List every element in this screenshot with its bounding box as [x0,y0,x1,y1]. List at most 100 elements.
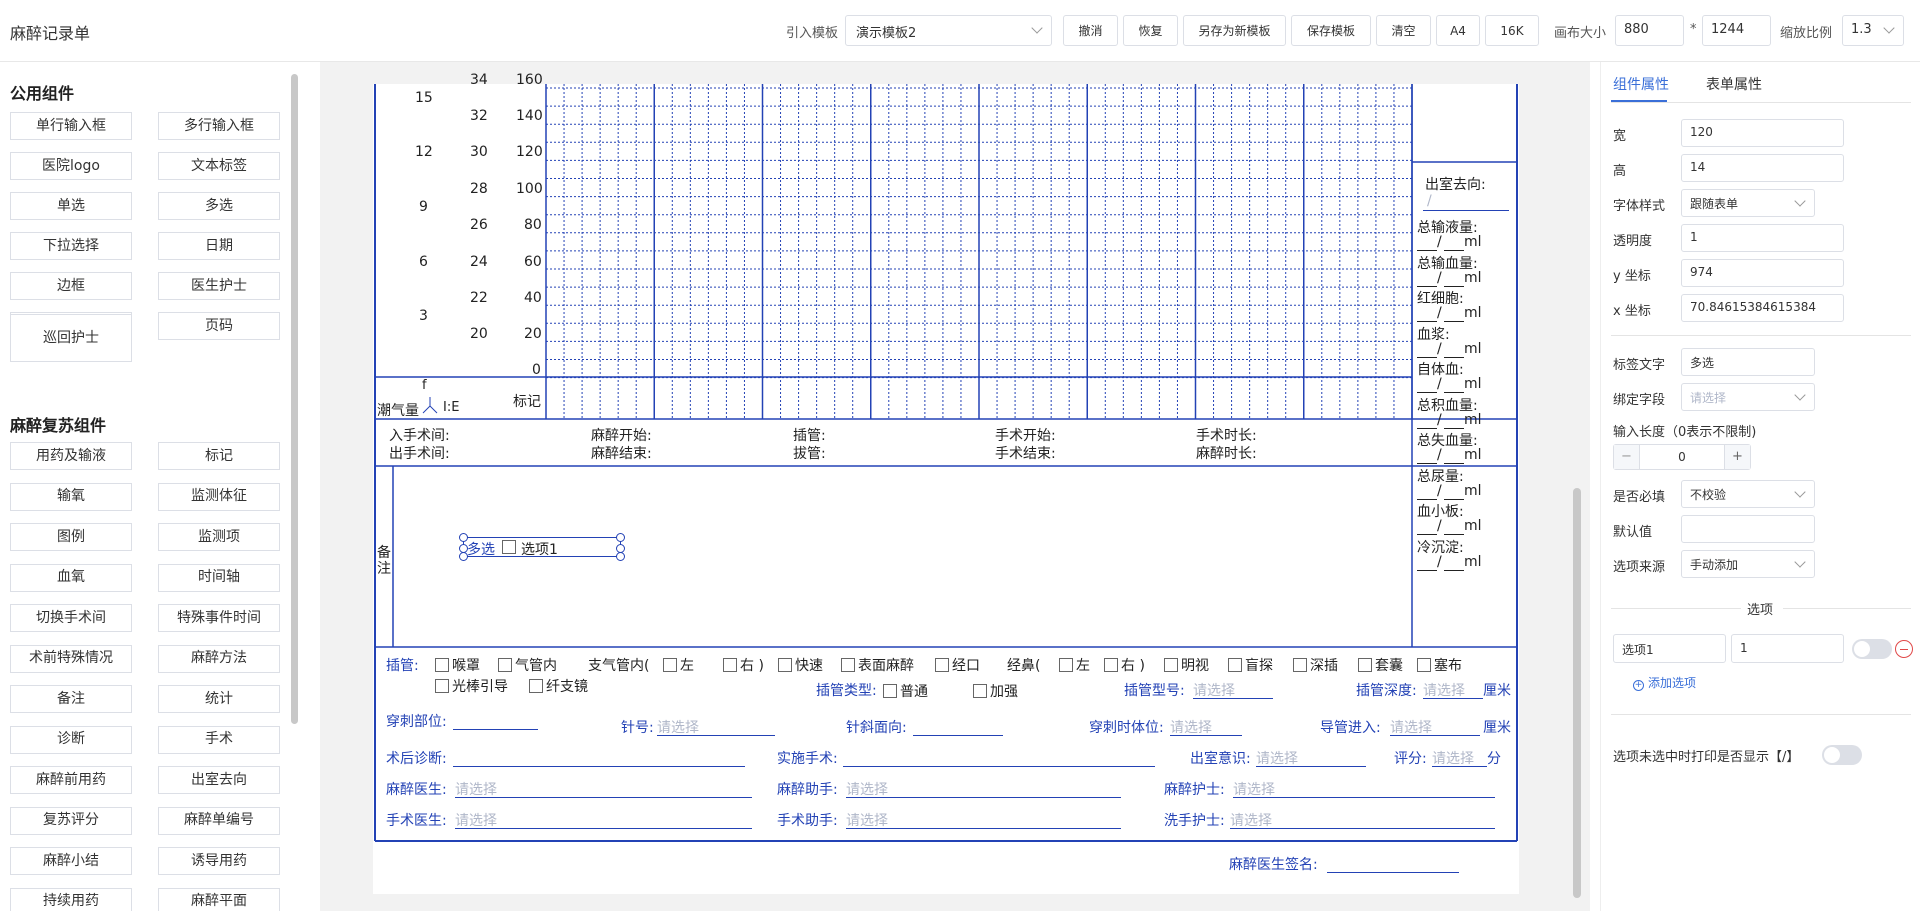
anes-nurse-select[interactable]: 请选择 [1233,779,1275,799]
resize-handle[interactable] [459,533,468,542]
component-button[interactable]: 备注 [10,685,132,713]
selected-checkbox-widget[interactable]: 多选 选项1 [459,533,625,561]
checkbox[interactable] [502,540,516,554]
intubation-option[interactable]: 套囊 [1358,655,1403,675]
component-button[interactable]: 单选 [10,192,132,220]
resize-handle[interactable] [616,533,625,542]
component-button[interactable]: 监测体征 [158,482,280,511]
canvas-height-input[interactable]: 1244 [1702,15,1771,46]
tube-type-reinforced[interactable]: 加强 [973,681,1018,701]
16k-button[interactable]: 16K [1485,15,1539,46]
width-input[interactable]: 120 [1681,119,1844,147]
anes-doctor-select[interactable]: 请选择 [455,779,497,799]
component-button[interactable]: 麻醉小结 [10,847,132,875]
checkbox[interactable] [529,679,543,693]
intubation-option[interactable]: 左 [663,655,694,675]
component-button[interactable]: 时间轴 [158,563,280,592]
intubation-option[interactable]: 盲探 [1228,655,1273,675]
save-template-button[interactable]: 保存模板 [1291,15,1371,46]
checkbox[interactable] [778,658,792,672]
checkbox[interactable] [435,658,449,672]
component-button[interactable]: 巡回护士 [10,314,132,362]
tab-component-props[interactable]: 组件属性 [1613,74,1669,94]
option-default-toggle[interactable] [1852,639,1892,659]
save-as-template-button[interactable]: 另存为新模板 [1183,15,1286,46]
print-unselected-toggle[interactable] [1822,745,1862,765]
component-button[interactable]: 多行输入框 [158,112,280,140]
consciousness-select[interactable]: 请选择 [1256,748,1298,768]
anes-assistant-select[interactable]: 请选择 [846,779,888,799]
length-value[interactable]: 0 [1640,445,1724,469]
required-select[interactable]: 不校验 [1681,480,1815,508]
intubation-option[interactable]: 纤支镜 [529,676,588,696]
tube-model-select[interactable]: 请选择 [1193,680,1235,700]
intubation-option[interactable]: 经鼻( [1007,655,1040,675]
checkbox[interactable] [935,658,949,672]
a4-button[interactable]: A4 [1436,15,1480,46]
component-button[interactable]: 输氧 [10,482,132,511]
y-input[interactable]: 974 [1681,259,1844,287]
redo-button[interactable]: 恢复 [1123,15,1178,46]
checkbox[interactable] [841,658,855,672]
component-button[interactable]: 医院logo [10,152,132,180]
zoom-select[interactable]: 1.3 [1842,15,1904,46]
component-button[interactable]: 多选 [158,192,280,220]
component-button[interactable]: 特殊事件时间 [158,604,280,632]
intubation-option[interactable]: 塞布 [1417,655,1462,675]
x-input[interactable]: 70.84615384615384 [1681,294,1844,322]
component-button[interactable]: 出室去向 [158,766,280,794]
surgeon-select[interactable]: 请选择 [455,810,497,830]
intubation-option[interactable]: 气管内 [498,655,557,675]
resize-handle[interactable] [459,552,468,561]
checkbox[interactable] [1104,658,1118,672]
option-label-input[interactable]: 选项1 [1613,634,1726,663]
intubation-option[interactable]: 光棒引导 [435,676,508,696]
checkbox[interactable] [883,684,897,698]
intubation-option[interactable]: 右 ) [1104,655,1145,675]
tab-form-props[interactable]: 表单属性 [1706,74,1762,94]
checkbox[interactable] [1164,658,1178,672]
canvas-width-input[interactable]: 880 [1615,15,1684,46]
needle-select[interactable]: 请选择 [657,717,699,737]
checkbox[interactable] [723,658,737,672]
remove-option-icon[interactable] [1895,640,1913,658]
component-button[interactable]: 下拉选择 [10,232,132,260]
intubation-option[interactable]: 支气管内( [588,655,649,675]
component-button[interactable]: 术前特殊情况 [10,644,132,673]
intubation-option[interactable]: 快速 [778,655,823,675]
option-source-select[interactable]: 手动添加 [1681,550,1815,578]
component-button[interactable]: 图例 [10,523,132,551]
tag-text-input[interactable]: 多选 [1681,348,1815,376]
font-style-select[interactable]: 跟随表单 [1681,189,1815,217]
plus-button[interactable]: + [1724,445,1750,469]
surgical-assistant-select[interactable]: 请选择 [846,810,888,830]
component-button[interactable]: 诊断 [10,725,132,754]
intubation-option[interactable]: 喉罩 [435,655,480,675]
component-button[interactable]: 统计 [158,685,280,713]
checkbox[interactable] [1293,658,1307,672]
component-button[interactable]: 监测项 [158,523,280,551]
component-button[interactable]: 边框 [10,272,132,300]
intubation-option[interactable]: 表面麻醉 [841,655,914,675]
component-button[interactable]: 持续用药 [10,887,132,911]
checkbox[interactable] [1417,658,1431,672]
component-button[interactable]: 标记 [158,442,280,470]
checkbox[interactable] [973,684,987,698]
intubation-option[interactable]: 深插 [1293,655,1338,675]
undo-button[interactable]: 撤消 [1063,15,1118,46]
component-button[interactable]: 血氧 [10,563,132,592]
checkbox[interactable] [1059,658,1073,672]
component-button[interactable]: 麻醉单编号 [158,806,280,835]
score-select[interactable]: 请选择 [1432,748,1474,768]
checkbox[interactable] [498,658,512,672]
component-button[interactable]: 麻醉前用药 [10,766,132,794]
bind-field-select[interactable]: 请选择 [1681,383,1815,411]
component-button[interactable]: 诱导用药 [158,847,280,875]
checkbox[interactable] [1358,658,1372,672]
component-button[interactable]: 手术 [158,725,280,754]
opacity-input[interactable]: 1 [1681,224,1844,252]
component-button[interactable]: 医生护士 [158,272,280,300]
catheter-select[interactable]: 请选择 [1390,717,1432,737]
component-button[interactable]: 切换手术间 [10,604,132,632]
tube-depth-select[interactable]: 请选择 [1423,680,1465,700]
